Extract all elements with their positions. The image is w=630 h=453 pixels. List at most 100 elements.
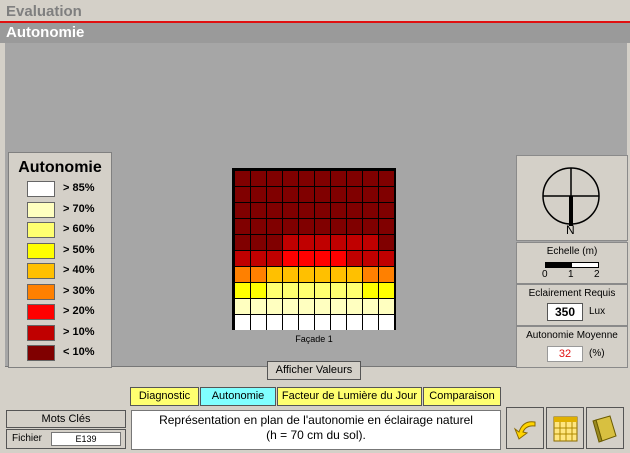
illuminance-label: Eclairement Requis bbox=[528, 288, 616, 299]
plan-cell bbox=[267, 203, 282, 218]
illuminance-unit: Lux bbox=[589, 306, 606, 317]
legend-item: > 85% bbox=[27, 181, 111, 201]
description-line-1: Représentation en plan de l'autonomie en… bbox=[159, 413, 473, 427]
plan-cell bbox=[235, 203, 250, 218]
plan-cell bbox=[363, 203, 378, 218]
plan-cell bbox=[347, 283, 362, 298]
plan-cell bbox=[235, 219, 250, 234]
plan-cell bbox=[235, 235, 250, 250]
file-value: E139 bbox=[51, 432, 121, 446]
legend-swatch bbox=[27, 345, 55, 361]
plan-cell bbox=[379, 187, 394, 202]
plan-cell bbox=[363, 219, 378, 234]
plan-cell bbox=[379, 219, 394, 234]
calendar-button[interactable] bbox=[546, 407, 584, 449]
plan-cell bbox=[363, 315, 378, 330]
window-title-bar: Evaluation bbox=[0, 0, 630, 22]
tab-daylight-factor[interactable]: Facteur de Lumière du Jour bbox=[277, 387, 422, 406]
plan-cell bbox=[331, 219, 346, 234]
plan-cell bbox=[299, 219, 314, 234]
plan-cell bbox=[315, 299, 330, 314]
show-values-button[interactable]: Afficher Valeurs bbox=[267, 361, 361, 380]
legend-item: > 30% bbox=[27, 283, 111, 304]
legend-label: > 85% bbox=[63, 182, 95, 194]
plan-cell bbox=[235, 171, 250, 186]
tab-comparaison[interactable]: Comparaison bbox=[423, 387, 501, 406]
illuminance-value[interactable]: 350 bbox=[547, 303, 583, 321]
legend-swatch bbox=[27, 283, 55, 300]
plan-cell bbox=[235, 251, 250, 266]
scale-bar bbox=[545, 262, 599, 268]
plan-cell bbox=[379, 171, 394, 186]
facade-label: Façade 1 bbox=[295, 334, 333, 344]
plan-cell bbox=[379, 235, 394, 250]
plan-cell bbox=[283, 235, 298, 250]
plan-cell bbox=[315, 219, 330, 234]
scale-box: Echelle (m) 0 1 2 bbox=[516, 242, 628, 284]
plan-cell bbox=[347, 251, 362, 266]
book-button[interactable] bbox=[586, 407, 624, 449]
plan-cell bbox=[363, 171, 378, 186]
plan-cell bbox=[331, 251, 346, 266]
plan-cell bbox=[331, 315, 346, 330]
legend-label: > 40% bbox=[63, 264, 95, 276]
plan-cell bbox=[331, 203, 346, 218]
plan-cell bbox=[267, 315, 282, 330]
file-field: Fichier E139 bbox=[6, 429, 126, 449]
legend-item: > 50% bbox=[27, 242, 111, 263]
plan-cell bbox=[299, 299, 314, 314]
plan-cell bbox=[251, 267, 266, 282]
legend-swatch bbox=[27, 242, 55, 259]
plan-cell bbox=[235, 299, 250, 314]
legend-swatch bbox=[27, 324, 55, 341]
plan-cell bbox=[299, 187, 314, 202]
legend-item: > 10% bbox=[27, 324, 111, 345]
plan-cell bbox=[363, 283, 378, 298]
plan-cell bbox=[379, 299, 394, 314]
plan-cell bbox=[379, 283, 394, 298]
plan-cell bbox=[315, 187, 330, 202]
plan-cell bbox=[299, 203, 314, 218]
plan-cell bbox=[283, 187, 298, 202]
legend-label: > 20% bbox=[63, 305, 95, 317]
plan-cell bbox=[283, 203, 298, 218]
plan-cell bbox=[267, 187, 282, 202]
plan-cell bbox=[347, 171, 362, 186]
plan-cell bbox=[283, 219, 298, 234]
plan-cell bbox=[331, 171, 346, 186]
plan-cell bbox=[251, 315, 266, 330]
plan-cell bbox=[235, 187, 250, 202]
scale-title: Echelle (m) bbox=[546, 246, 598, 257]
tab-diagnostic[interactable]: Diagnostic bbox=[130, 387, 199, 406]
legend-label: > 50% bbox=[63, 243, 95, 256]
legend-label: > 10% bbox=[63, 325, 95, 338]
plan-cell bbox=[315, 315, 330, 330]
back-button[interactable] bbox=[506, 407, 544, 449]
file-label: Fichier bbox=[12, 433, 43, 444]
plan-cell bbox=[283, 283, 298, 298]
legend-item: > 60% bbox=[27, 222, 111, 242]
plan-cell bbox=[299, 251, 314, 266]
plan-cell bbox=[299, 267, 314, 282]
plan-cell bbox=[251, 171, 266, 186]
plan-cell bbox=[235, 267, 250, 282]
keywords-button[interactable]: Mots Clés bbox=[6, 410, 126, 428]
plan-cell bbox=[299, 171, 314, 186]
plan-cell bbox=[267, 267, 282, 282]
plan-cell bbox=[315, 171, 330, 186]
plan-cell bbox=[299, 235, 314, 250]
plan-cell bbox=[267, 171, 282, 186]
plan-cell bbox=[331, 267, 346, 282]
compass-box: N bbox=[516, 155, 628, 241]
legend-label: < 10% bbox=[63, 346, 95, 358]
compass-north-label: N bbox=[566, 223, 575, 237]
legend-swatch bbox=[27, 201, 55, 218]
plan-cell bbox=[379, 203, 394, 218]
plan-cell bbox=[347, 203, 362, 218]
plan-cell bbox=[267, 283, 282, 298]
tab-autonomie[interactable]: Autonomie bbox=[200, 387, 276, 406]
plan-cell bbox=[235, 315, 250, 330]
legend-swatch bbox=[27, 263, 55, 279]
plan-cell bbox=[251, 299, 266, 314]
plan-cell bbox=[267, 299, 282, 314]
